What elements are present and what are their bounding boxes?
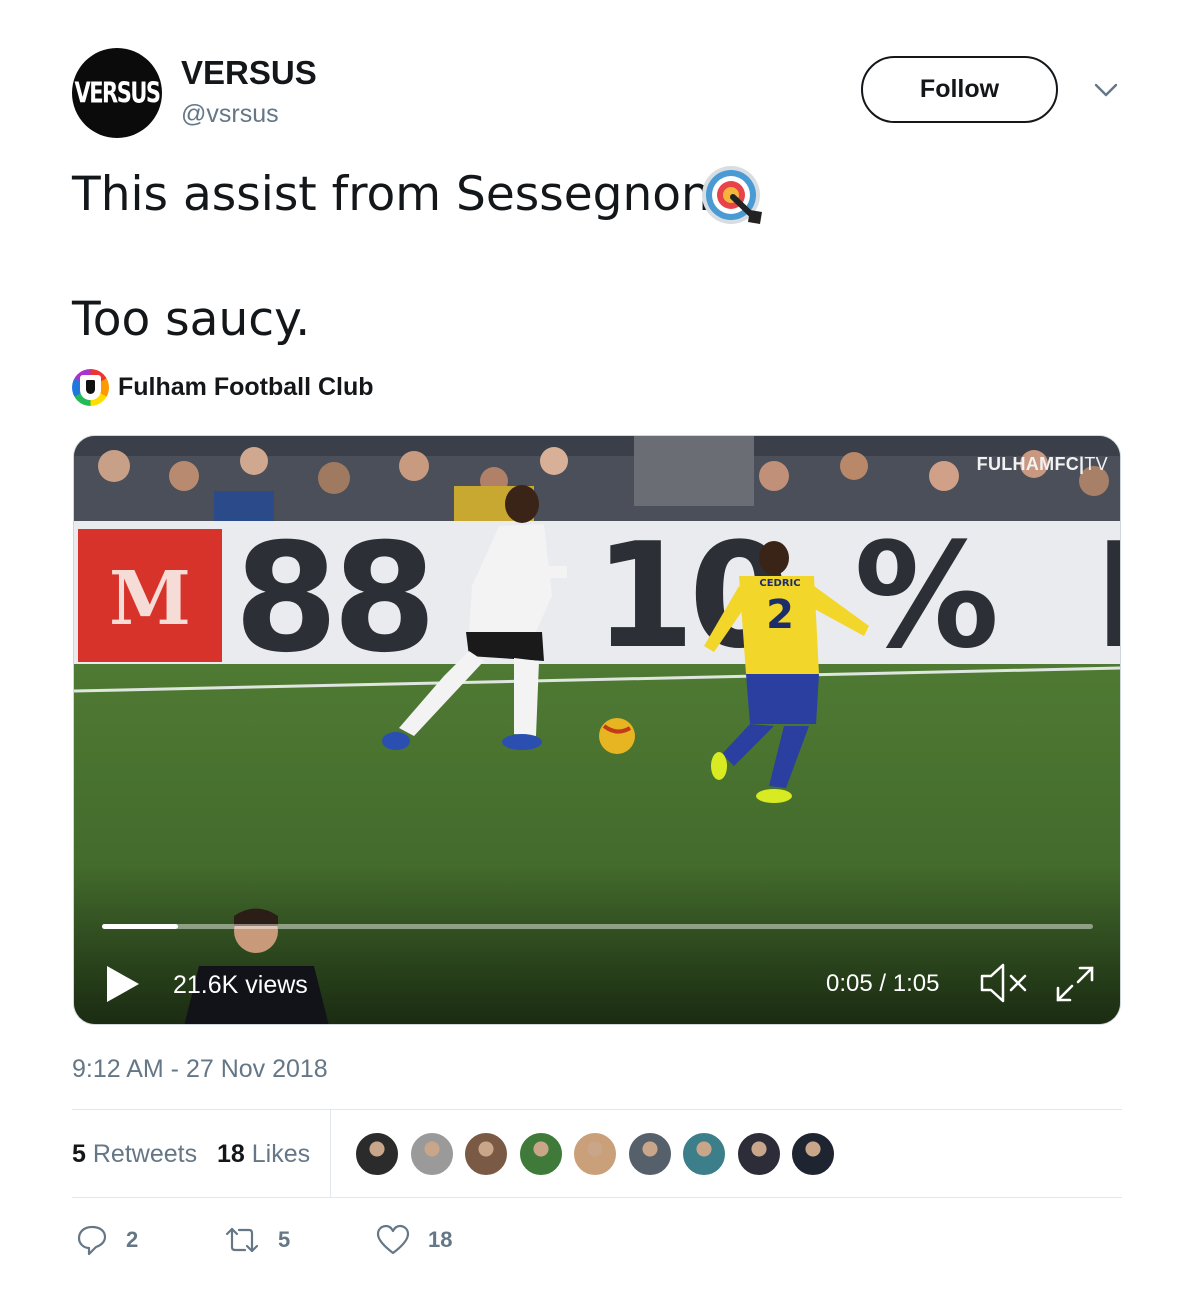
- liker-avatar[interactable]: [354, 1131, 400, 1177]
- likes-stat[interactable]: 18 Likes: [217, 1140, 310, 1169]
- jersey-number: 2: [766, 592, 794, 638]
- liker-avatar[interactable]: [463, 1131, 509, 1177]
- fulham-crest-icon: [72, 368, 109, 406]
- watermark-suffix: TV: [1084, 454, 1108, 474]
- attribution-name: Fulham Football Club: [118, 372, 374, 401]
- author-avatar[interactable]: VERSUS: [72, 48, 162, 138]
- reply-icon: [77, 1225, 107, 1256]
- tweet-header: VERSUS VERSUS @vsrsus Follow: [72, 48, 1122, 140]
- play-icon[interactable]: [105, 964, 141, 1004]
- retweets-label: Retweets: [92, 1140, 198, 1168]
- tweet-text-line2: Too saucy.: [72, 292, 311, 347]
- svg-text:M: M: [109, 556, 191, 642]
- stats-divider-bottom: [72, 1197, 1122, 1198]
- liker-avatar[interactable]: [408, 1131, 455, 1177]
- retweet-count: 5: [278, 1227, 291, 1252]
- svg-text:E: E: [1094, 512, 1121, 681]
- like-button[interactable]: 18: [376, 1224, 452, 1256]
- fullscreen-icon[interactable]: [1054, 964, 1096, 1004]
- author-display-name[interactable]: VERSUS: [181, 54, 317, 92]
- retweets-stat[interactable]: 5 Retweets: [72, 1140, 197, 1169]
- retweet-button[interactable]: 5: [224, 1224, 290, 1256]
- video-time: 0:05 / 1:05: [826, 970, 940, 997]
- author-handle[interactable]: @vsrsus: [181, 100, 279, 129]
- svg-text:%: %: [854, 512, 999, 681]
- speaker-muted-icon[interactable]: [979, 962, 1031, 1004]
- liker-avatar[interactable]: [790, 1131, 836, 1177]
- likes-count: 18: [217, 1140, 245, 1168]
- video-progress-fill: [102, 924, 179, 929]
- video-views: 21.6K views: [173, 971, 308, 999]
- heart-icon: [376, 1224, 410, 1255]
- tweet-text-line1: This assist from Sessegnon: [72, 167, 711, 222]
- watermark-brand: FULHAMFC: [976, 454, 1080, 474]
- video-player[interactable]: M 88 10 % E CEDRIC 2: [73, 435, 1121, 1025]
- video-attribution[interactable]: Fulham Football Club: [72, 368, 374, 406]
- tweet-stats: 5 Retweets 18 Likes: [72, 1110, 1122, 1198]
- follow-button[interactable]: Follow: [861, 56, 1058, 123]
- reply-button[interactable]: 2: [76, 1224, 138, 1256]
- stats-vertical-divider: [330, 1110, 331, 1198]
- like-count: 18: [428, 1227, 453, 1252]
- liker-avatar[interactable]: [517, 1131, 564, 1177]
- liker-avatar[interactable]: [572, 1131, 618, 1177]
- video-progress-bar[interactable]: [102, 924, 1093, 929]
- chevron-down-icon[interactable]: [1094, 82, 1118, 98]
- jersey-name: CEDRIC: [759, 578, 800, 589]
- video-watermark: FULHAMFC|TV: [976, 454, 1108, 474]
- likes-label: Likes: [251, 1140, 311, 1168]
- video-frame: M 88 10 % E CEDRIC 2: [74, 436, 1121, 1024]
- liker-avatar[interactable]: [735, 1131, 782, 1177]
- reply-count: 2: [126, 1227, 139, 1252]
- liker-avatar[interactable]: [626, 1131, 673, 1177]
- tweet-timestamp[interactable]: 9:12 AM - 27 Nov 2018: [72, 1055, 328, 1084]
- board-number: 88: [234, 512, 431, 686]
- tweet-actions: 2 5 18: [72, 1220, 672, 1270]
- avatar-logo-text: VERSUS: [74, 76, 161, 110]
- retweets-count: 5: [72, 1140, 86, 1168]
- retweet-icon: [225, 1227, 259, 1253]
- liker-avatar[interactable]: [681, 1131, 727, 1177]
- direct-hit-target-icon: [702, 166, 762, 224]
